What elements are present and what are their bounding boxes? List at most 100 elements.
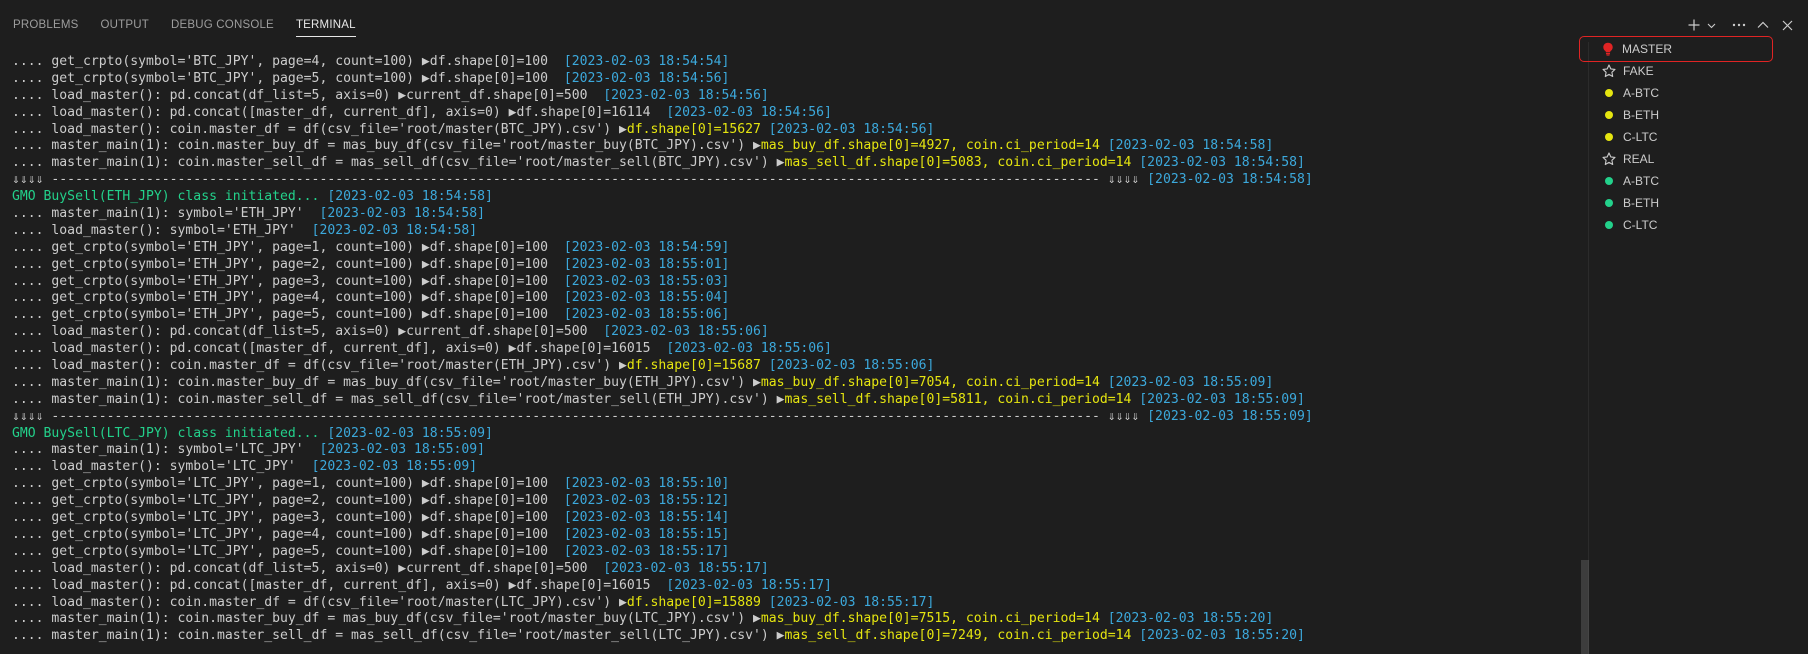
- timestamp: [2023-02-03 18:54:58]: [1107, 138, 1274, 154]
- terminal-line: .... load_master(): pd.concat([master_df…: [12, 578, 1582, 595]
- timestamp: [2023-02-03 18:55:06]: [563, 307, 730, 323]
- terminal-tab-a-btc[interactable]: A-BTC: [1589, 82, 1808, 104]
- terminal-text: GMO BuySell(LTC_JPY) class initiated...: [12, 425, 328, 441]
- timestamp: [2023-02-03 18:54:56]: [603, 87, 769, 103]
- terminal-output[interactable]: .... get_crpto(symbol='BTC_JPY', page=4,…: [12, 54, 1582, 654]
- terminal-tab-label: B-ETH: [1623, 196, 1659, 210]
- terminal-line: .... load_master(): pd.concat(df_list=5,…: [12, 561, 1582, 578]
- terminal-text: .... load_master(): pd.concat(df_list=5,…: [12, 324, 604, 340]
- terminal-line: .... load_master(): coin.master_df = df(…: [12, 122, 1582, 139]
- timestamp: [2023-02-03 18:55:10]: [563, 476, 730, 492]
- timestamp: [2023-02-03 18:55:01]: [563, 256, 730, 272]
- terminal-text: .... master_main(1): coin.master_buy_df …: [12, 138, 761, 154]
- terminal-tab-label: C-LTC: [1623, 218, 1658, 232]
- timestamp: [2023-02-03 18:55:09]: [319, 442, 485, 458]
- timestamp: [2023-02-03 18:55:20]: [1139, 628, 1305, 644]
- terminal-tab-fake[interactable]: FAKE: [1589, 60, 1808, 82]
- more-icon[interactable]: [1728, 14, 1750, 36]
- terminal-line: .... load_master(): symbol='LTC_JPY' [20…: [12, 459, 1582, 476]
- terminal-line: GMO BuySell(ETH_JPY) class initiated... …: [12, 189, 1582, 206]
- window-top-edge: [0, 0, 1808, 8]
- terminal-tab-b-eth[interactable]: B-ETH: [1589, 192, 1808, 214]
- timestamp: [2023-02-03 18:55:04]: [563, 290, 730, 306]
- terminal-text: .... get_crpto(symbol='ETH_JPY', page=1,…: [12, 239, 564, 255]
- terminal-text: ⇓⇓⇓⇓ -----------------------------------…: [12, 408, 1148, 424]
- terminal-text: mas_buy_df.shape[0]=4927, coin.ci_period…: [760, 138, 1100, 154]
- terminal-line: .... master_main(1): coin.master_buy_df …: [12, 375, 1582, 392]
- terminal-text: .... master_main(1): coin.master_sell_df…: [12, 391, 785, 407]
- terminal-text: .... master_main(1): symbol='LTC_JPY': [12, 442, 320, 458]
- terminal-text: mas_buy_df.shape[0]=7054, coin.ci_period…: [760, 374, 1100, 390]
- terminal-text: .... load_master(): coin.master_df = df(…: [12, 594, 627, 610]
- terminal-text: GMO BuySell(ETH_JPY) class initiated...: [12, 189, 328, 205]
- dot-icon: [1601, 173, 1617, 189]
- tab-debug-console[interactable]: DEBUG CONSOLE: [158, 8, 283, 42]
- terminal-text: .... master_main(1): coin.master_sell_df…: [12, 155, 785, 171]
- terminal-text: .... master_main(1): coin.master_sell_df…: [12, 628, 785, 644]
- dot-icon: [1601, 129, 1617, 145]
- terminal-tab-label: FAKE: [1623, 64, 1654, 78]
- timestamp: [2023-02-03 18:55:09]: [1147, 408, 1313, 424]
- chevron-up-icon[interactable]: [1752, 14, 1774, 36]
- terminal-line: .... load_master(): symbol='ETH_JPY' [20…: [12, 223, 1582, 240]
- timestamp: [2023-02-03 18:55:15]: [563, 526, 730, 542]
- terminal-tab-master[interactable]: MASTER: [1579, 36, 1773, 62]
- star-icon: [1601, 151, 1617, 167]
- terminal-line: .... get_crpto(symbol='LTC_JPY', page=1,…: [12, 476, 1582, 493]
- timestamp: [2023-02-03 18:54:59]: [563, 239, 730, 255]
- terminal-line: .... master_main(1): coin.master_buy_df …: [12, 138, 1582, 155]
- plus-icon[interactable]: [1686, 14, 1702, 36]
- close-icon[interactable]: [1776, 14, 1798, 36]
- terminal-line: .... load_master(): pd.concat(df_list=5,…: [12, 88, 1582, 105]
- terminal-tab-real[interactable]: REAL: [1589, 148, 1808, 170]
- terminal-text: .... load_master(): pd.concat([master_df…: [12, 577, 667, 593]
- terminal-text: df.shape[0]=15687: [626, 358, 761, 374]
- terminal-tab-b-eth[interactable]: B-ETH: [1589, 104, 1808, 126]
- terminal-line: .... load_master(): coin.master_df = df(…: [12, 595, 1582, 612]
- timestamp: [2023-02-03 18:55:20]: [1107, 611, 1274, 627]
- tab-output[interactable]: OUTPUT: [88, 8, 158, 42]
- terminal-text: .... load_master(): pd.concat(df_list=5,…: [12, 87, 604, 103]
- terminal-line: .... get_crpto(symbol='BTC_JPY', page=4,…: [12, 54, 1582, 71]
- timestamp: [2023-02-03 18:54:58]: [1147, 172, 1313, 188]
- terminal-line: .... master_main(1): coin.master_buy_df …: [12, 611, 1582, 628]
- terminal-line: .... get_crpto(symbol='LTC_JPY', page=3,…: [12, 510, 1582, 527]
- terminal-line: .... get_crpto(symbol='ETH_JPY', page=3,…: [12, 274, 1582, 291]
- terminal-text: .... load_master(): pd.concat([master_df…: [12, 341, 667, 357]
- terminal-tab-label: A-BTC: [1623, 86, 1659, 100]
- terminal-tab-a-btc[interactable]: A-BTC: [1589, 170, 1808, 192]
- terminal-tab-label: REAL: [1623, 152, 1655, 166]
- terminal-tab-c-ltc[interactable]: C-LTC: [1589, 126, 1808, 148]
- timestamp: [2023-02-03 18:54:54]: [563, 54, 730, 69]
- terminal-line: .... load_master(): pd.concat(df_list=5,…: [12, 324, 1582, 341]
- terminal-text: .... master_main(1): coin.master_buy_df …: [12, 374, 761, 390]
- timestamp: [2023-02-03 18:55:06]: [768, 358, 935, 374]
- terminal-text: .... get_crpto(symbol='LTC_JPY', page=5,…: [12, 543, 564, 559]
- tab-terminal[interactable]: TERMINAL: [283, 8, 365, 42]
- terminal-line: .... master_main(1): symbol='ETH_JPY' [2…: [12, 206, 1582, 223]
- terminal-line: ⇓⇓⇓⇓ -----------------------------------…: [12, 409, 1582, 426]
- dot-icon: [1601, 85, 1617, 101]
- timestamp: [2023-02-03 18:54:58]: [1139, 155, 1305, 171]
- timestamp: [2023-02-03 18:55:09]: [311, 459, 478, 475]
- terminal-text: .... load_master(): coin.master_df = df(…: [12, 358, 627, 374]
- terminal-line: ⇓⇓⇓⇓ -----------------------------------…: [12, 172, 1582, 189]
- chevron-down-icon[interactable]: [1704, 14, 1718, 36]
- timestamp: [2023-02-03 18:55:06]: [666, 341, 832, 357]
- terminal-line: .... load_master(): pd.concat([master_df…: [12, 341, 1582, 358]
- terminal-text: .... get_crpto(symbol='BTC_JPY', page=5,…: [12, 70, 564, 86]
- terminal-text: .... load_master(): symbol='ETH_JPY': [12, 222, 312, 238]
- timestamp: [2023-02-03 18:54:56]: [563, 70, 730, 86]
- terminal-text: df.shape[0]=15889: [626, 594, 761, 610]
- timestamp: [2023-02-03 18:55:17]: [563, 543, 730, 559]
- terminal-tab-label: B-ETH: [1623, 108, 1659, 122]
- terminal-line: .... get_crpto(symbol='LTC_JPY', page=4,…: [12, 527, 1582, 544]
- timestamp: [2023-02-03 18:54:58]: [311, 222, 478, 238]
- terminal-text: ⇓⇓⇓⇓ -----------------------------------…: [12, 172, 1148, 188]
- terminal-tab-c-ltc[interactable]: C-LTC: [1589, 214, 1808, 236]
- terminal-line: GMO BuySell(LTC_JPY) class initiated... …: [12, 426, 1582, 443]
- tab-problems[interactable]: PROBLEMS: [0, 8, 88, 42]
